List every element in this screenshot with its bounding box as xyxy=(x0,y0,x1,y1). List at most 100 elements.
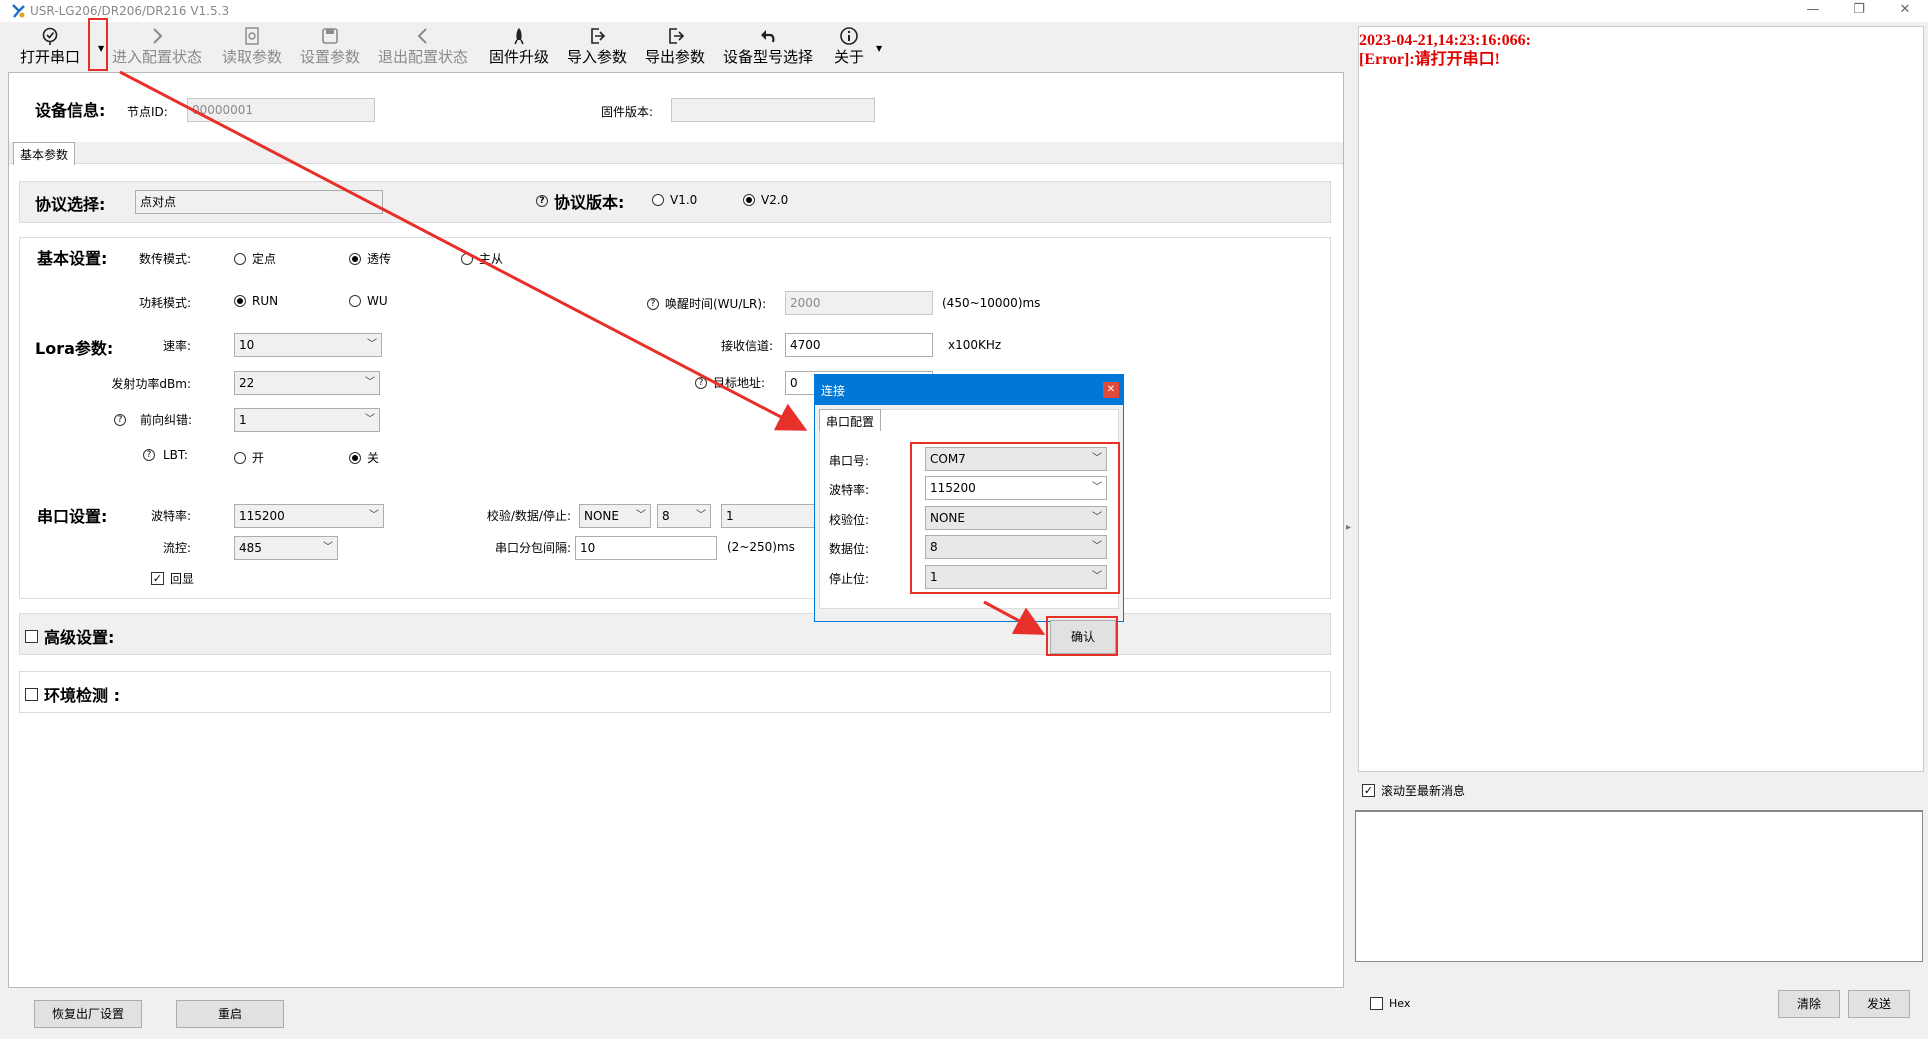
serial-baud-select[interactable]: 115200 ﹀ xyxy=(234,504,384,528)
advanced-group xyxy=(19,613,1331,655)
protocol-v2-radio[interactable]: V2.0 xyxy=(743,193,788,207)
protocol-select[interactable]: 点对点 xyxy=(135,190,383,214)
serial-stop-select[interactable]: 1 xyxy=(721,504,821,528)
lbt-on-label: 开 xyxy=(252,451,265,465)
dialog-close-icon[interactable]: ✕ xyxy=(1103,382,1119,398)
help-icon[interactable]: ? xyxy=(647,297,659,310)
device-info-label: 设备信息: xyxy=(35,101,106,120)
flow-control-value: 485 xyxy=(239,541,262,555)
env-checkbox[interactable]: 环境检测 : xyxy=(25,682,120,706)
power-run-radio[interactable]: RUN xyxy=(234,294,278,308)
title-bar: USR-LG206/DR206/DR216 V1.5.3 — ❐ ✕ xyxy=(0,0,1928,22)
send-button[interactable]: 发送 xyxy=(1848,990,1910,1018)
fec-select[interactable]: 1 ﹀ xyxy=(234,408,380,432)
power-wu-radio[interactable]: WU xyxy=(349,294,388,308)
app-logo-icon xyxy=(10,3,26,19)
export-params-button[interactable]: 导出参数 xyxy=(645,22,705,70)
advanced-checkbox[interactable]: 高级设置: xyxy=(25,624,114,648)
protocol-version-label: ? 协议版本: xyxy=(536,189,624,213)
wake-time-range: (450~10000)ms xyxy=(942,296,1041,310)
node-id-field[interactable]: 00000001 xyxy=(187,98,375,122)
restart-button[interactable]: 重启 xyxy=(176,1000,284,1028)
flow-control-select[interactable]: 485 ﹀ xyxy=(234,536,338,560)
lbt-off-label: 关 xyxy=(367,451,380,465)
tab-serial-config[interactable]: 串口配置 xyxy=(819,409,882,431)
dlg-parity-label: 校验位: xyxy=(829,513,870,527)
serial-settings-label: 串口设置: xyxy=(37,507,108,526)
log-output[interactable]: 2023-04-21,14:23:16:066: [Error]:请打开串口! xyxy=(1358,26,1924,772)
dialog-title: 连接 xyxy=(821,384,846,398)
target-address-text: 目标地址: xyxy=(713,376,766,390)
fec-label: ? 前向纠错: xyxy=(114,411,192,428)
tab-strip xyxy=(9,142,1343,164)
set-params-button[interactable]: 设置参数 xyxy=(300,22,360,70)
power-wu-label: WU xyxy=(367,294,388,308)
wake-time-field[interactable]: 2000 xyxy=(785,291,933,315)
rate-label: 速率: xyxy=(162,339,191,353)
dlg-data-label: 数据位: xyxy=(829,542,870,556)
hex-checkbox[interactable]: Hex xyxy=(1370,997,1410,1010)
firmware-version-field[interactable] xyxy=(671,98,875,122)
send-input[interactable] xyxy=(1355,810,1923,962)
echo-label: 回显 xyxy=(170,572,195,586)
help-icon[interactable]: ? xyxy=(114,413,126,426)
serial-data-select[interactable]: 8 ﹀ xyxy=(657,504,711,528)
scroll-latest-checkbox[interactable]: ✓ 滚动至最新消息 xyxy=(1362,782,1465,799)
serial-stop-value: 1 xyxy=(726,509,734,523)
read-params-button[interactable]: 读取参数 xyxy=(222,22,282,70)
help-icon[interactable]: ? xyxy=(143,449,155,461)
check-icon: ✓ xyxy=(1362,784,1375,797)
firmware-upgrade-button[interactable]: 固件升级 xyxy=(489,22,549,70)
tx-power-select[interactable]: 22 ﹀ xyxy=(234,371,380,395)
dlg-stop-label: 停止位: xyxy=(829,572,870,586)
protocol-v1-label: V1.0 xyxy=(670,193,698,207)
serial-parity-value: NONE xyxy=(584,509,619,523)
protocol-label: 协议选择: xyxy=(35,195,106,214)
mode-master-radio[interactable]: 主从 xyxy=(461,250,503,267)
packet-interval-field[interactable]: 10 xyxy=(575,536,717,560)
import-params-button[interactable]: 导入参数 xyxy=(567,22,627,70)
device-model-button[interactable]: 设备型号选择 xyxy=(723,22,813,70)
mode-transparent-radio[interactable]: 透传 xyxy=(349,250,391,267)
save-icon xyxy=(300,22,360,48)
factory-reset-button[interactable]: 恢复出厂设置 xyxy=(34,1000,142,1028)
rate-select[interactable]: 10 ﹀ xyxy=(234,333,382,357)
annotation-highlight-serial-config xyxy=(910,442,1120,594)
tab-basic-params[interactable]: 基本参数 xyxy=(13,142,76,165)
chevron-down-icon: ﹀ xyxy=(323,542,333,553)
lora-params-label: Lora参数: xyxy=(35,339,114,358)
lbt-on-radio[interactable]: 开 xyxy=(234,449,264,466)
channel-unit: x100KHz xyxy=(948,338,1002,352)
read-params-label: 读取参数 xyxy=(222,48,283,66)
mode-fixed-label: 定点 xyxy=(252,252,277,266)
set-params-label: 设置参数 xyxy=(300,48,361,66)
exit-config-button[interactable]: 退出配置状态 xyxy=(378,22,468,70)
chevron-left-icon xyxy=(378,22,468,48)
toolbar-overflow-arrow-icon[interactable]: ▼ xyxy=(876,44,882,53)
exit-config-label: 退出配置状态 xyxy=(378,48,469,66)
echo-checkbox[interactable]: ✓ 回显 xyxy=(151,570,194,587)
help-icon[interactable]: ? xyxy=(695,376,707,389)
annotation-highlight-dropdown xyxy=(88,18,108,71)
clear-button[interactable]: 清除 xyxy=(1778,990,1840,1018)
dlg-baud-label: 波特率: xyxy=(829,483,870,497)
restore-button[interactable]: ❐ xyxy=(1836,0,1882,22)
mode-fixed-radio[interactable]: 定点 xyxy=(234,250,276,267)
serial-parity-select[interactable]: NONE ﹀ xyxy=(579,504,651,528)
lbt-off-radio[interactable]: 关 xyxy=(349,449,379,466)
protocol-v1-radio[interactable]: V1.0 xyxy=(652,193,697,207)
hex-label: Hex xyxy=(1389,997,1411,1010)
enter-config-button[interactable]: 进入配置状态 xyxy=(112,22,202,70)
about-button[interactable]: 关于 xyxy=(834,22,864,70)
minimize-button[interactable]: — xyxy=(1790,0,1836,22)
serial-baud-value: 115200 xyxy=(239,509,285,523)
protocol-v2-label: V2.0 xyxy=(761,193,789,207)
close-button[interactable]: ✕ xyxy=(1882,0,1928,22)
node-id-label: 节点ID: xyxy=(127,105,168,119)
firmware-upgrade-label: 固件升级 xyxy=(489,48,550,66)
open-port-button[interactable]: 打开串口 xyxy=(20,22,80,70)
channel-field[interactable]: 4700 xyxy=(785,333,933,357)
env-label: 环境检测 : xyxy=(44,686,120,705)
help-icon[interactable]: ? xyxy=(536,195,548,207)
serial-baud-label: 波特率: xyxy=(150,509,191,523)
